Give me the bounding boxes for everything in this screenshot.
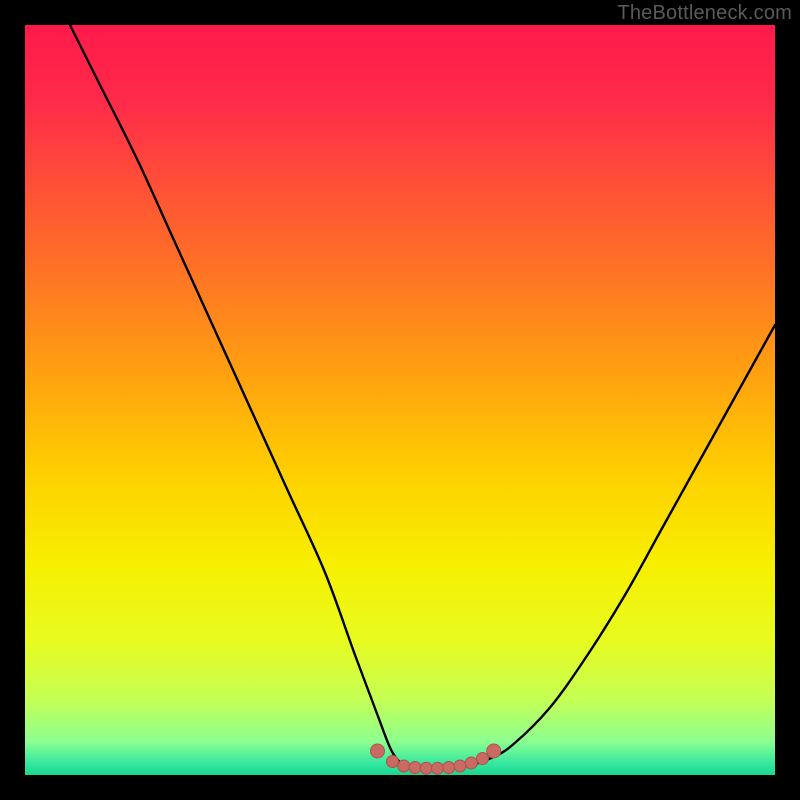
marker-dot [387, 756, 399, 768]
marker-dot [477, 753, 489, 765]
marker-dot [443, 762, 455, 774]
gradient-background [25, 25, 775, 775]
marker-dot [465, 757, 477, 769]
plot-area [25, 25, 775, 775]
marker-dot [487, 744, 501, 758]
marker-dot [420, 762, 432, 774]
marker-dot [409, 762, 421, 774]
chart-frame: TheBottleneck.com [0, 0, 800, 800]
marker-dot [432, 762, 444, 774]
bottleneck-chart [25, 25, 775, 775]
watermark-text: TheBottleneck.com [617, 2, 792, 25]
marker-dot [398, 760, 410, 772]
marker-dot [371, 744, 385, 758]
marker-dot [454, 760, 466, 772]
